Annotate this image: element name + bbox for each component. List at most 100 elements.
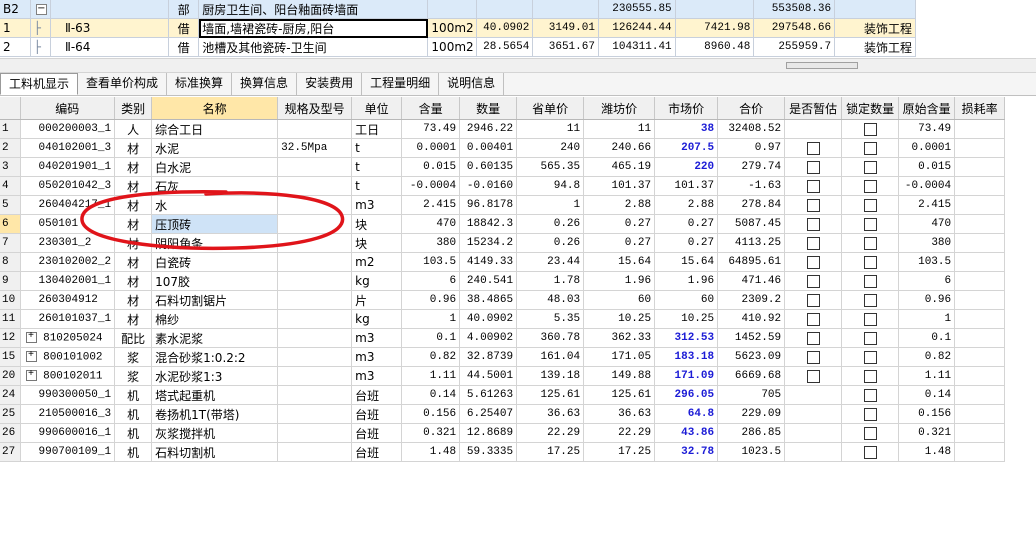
market-price-cell[interactable]: 171.09 [654, 366, 719, 386]
market-price-cell[interactable]: 32.78 [654, 442, 719, 462]
spec-cell[interactable] [277, 423, 353, 443]
pane-splitter[interactable] [0, 58, 1036, 73]
prov-cell[interactable]: 23.44 [516, 252, 585, 272]
prov-cell[interactable]: 22.29 [516, 423, 585, 443]
material-row[interactable]: 24 990300050_1 机塔式起重机 台班 0.14 5.61263 125.61 12… [0, 385, 1006, 405]
top-name[interactable]: 厨房卫生间、阳台釉面砖墙面 [198, 0, 429, 19]
market-price-cell[interactable]: 2.88 [654, 195, 719, 215]
material-row[interactable]: 12 + 810205024 配比 素水泥浆 m3 0.1 4.00902 360.78 362… [0, 328, 1006, 348]
name-cell[interactable]: 阴阳角条 [151, 233, 279, 253]
lock-quantity-checkbox[interactable] [863, 408, 877, 421]
content-cell[interactable]: 470 [401, 214, 461, 234]
name-cell[interactable]: 混合砂浆1:0.2:2 [151, 347, 279, 367]
name-cell[interactable]: 水 [151, 195, 279, 215]
lock-quantity-checkbox[interactable] [863, 142, 877, 155]
market-price-cell[interactable]: 60 [654, 290, 719, 310]
wf-cell[interactable]: 125.61 [583, 385, 656, 405]
top-grid-row[interactable]: 1 ├ Ⅱ-63 借墙面,墙裙瓷砖-厨房,阳台 100m2 40.0902 3149.01 1… [0, 18, 916, 38]
name-cell[interactable]: 石料切割机 [151, 442, 279, 462]
tab-3[interactable]: 换算信息 [232, 73, 298, 95]
prov-cell[interactable]: 161.04 [516, 347, 585, 367]
material-row[interactable]: 26 990600016_1 机灰浆搅拌机 台班 0.321 12.8689 22.29 22… [0, 423, 1006, 443]
market-price-cell[interactable]: 0.27 [654, 233, 719, 253]
tab-6[interactable]: 说明信息 [439, 73, 505, 95]
material-row[interactable]: 8 230102002_2 材白瓷砖 m2 103.5 4149.33 23.44 15.64… [0, 252, 1006, 272]
lock-quantity-checkbox[interactable] [863, 275, 877, 288]
name-cell[interactable]: 石料切割锯片 [151, 290, 279, 310]
expand-plus-icon[interactable]: + [25, 350, 37, 362]
material-row[interactable]: 10 260304912 材石料切割锯片片 0.96 38.4865 48.03 60 60 2… [0, 290, 1006, 310]
content-cell[interactable]: 0.015 [401, 157, 461, 177]
wf-cell[interactable]: 0.27 [583, 233, 656, 253]
content-cell[interactable]: 380 [401, 233, 461, 253]
market-price-cell[interactable]: 64.8 [654, 404, 719, 424]
loss-rate-cell[interactable] [954, 442, 1006, 462]
loss-rate-cell[interactable] [954, 366, 1006, 386]
content-cell[interactable]: 0.96 [401, 290, 461, 310]
qty-cell[interactable]: 6.25407 [459, 404, 518, 424]
lock-quantity-checkbox[interactable] [863, 332, 877, 345]
qty-cell[interactable]: 0.60135 [459, 157, 518, 177]
loss-rate-cell[interactable] [954, 404, 1006, 424]
column-header-10[interactable]: 合价 [717, 97, 786, 120]
prov-cell[interactable]: 0.26 [516, 214, 585, 234]
qty-cell[interactable]: 18842.3 [459, 214, 518, 234]
material-row[interactable]: 5 260404217_1 材水 m3 2.415 96.8178 1 2.88 2.88 278… [0, 195, 1006, 215]
wf-cell[interactable]: 10.25 [583, 309, 656, 329]
column-header-0[interactable]: 编码 [20, 97, 116, 120]
content-cell[interactable]: 0.14 [401, 385, 461, 405]
lock-quantity-checkbox[interactable] [863, 351, 877, 364]
column-header-7[interactable]: 省单价 [516, 97, 585, 120]
splitter-grip[interactable] [786, 62, 858, 69]
column-header-3[interactable]: 规格及型号 [277, 97, 353, 120]
estimate-checkbox[interactable] [806, 180, 820, 193]
prov-cell[interactable]: 17.25 [516, 442, 585, 462]
top-grid-row[interactable]: B2− 部厨房卫生间、阳台釉面砖墙面 230555.85 553508.36 [0, 0, 916, 19]
prov-cell[interactable]: 48.03 [516, 290, 585, 310]
material-row[interactable]: 25 210500016_3 机卷扬机1T(带塔) 台班 0.156 6.25407 36.… [0, 404, 1006, 424]
name-cell[interactable]: 水泥砂浆1:3 [151, 366, 279, 386]
column-header-2[interactable]: 名称 [151, 97, 279, 120]
tab-4[interactable]: 安装费用 [297, 73, 363, 95]
qty-cell[interactable]: 4149.33 [459, 252, 518, 272]
spec-cell[interactable] [277, 214, 353, 234]
tab-5[interactable]: 工程量明细 [362, 73, 440, 95]
lock-quantity-checkbox[interactable] [863, 161, 877, 174]
wf-cell[interactable]: 171.05 [583, 347, 656, 367]
lock-quantity-checkbox[interactable] [863, 256, 877, 269]
lock-quantity-checkbox[interactable] [863, 180, 877, 193]
estimate-checkbox[interactable] [806, 294, 820, 307]
content-cell[interactable]: 2.415 [401, 195, 461, 215]
top-name[interactable]: 墙面,墙裙瓷砖-厨房,阳台 [198, 18, 429, 38]
qty-cell[interactable]: 12.8689 [459, 423, 518, 443]
column-header-8[interactable]: 潍坊价 [583, 97, 656, 120]
estimate-checkbox[interactable] [806, 256, 820, 269]
material-row[interactable]: 27 990700109_1 机石料切割机 台班 1.48 59.3335 17.25 17.… [0, 442, 1006, 462]
spec-cell[interactable] [277, 157, 353, 177]
qty-cell[interactable]: 38.4865 [459, 290, 518, 310]
content-cell[interactable]: 6 [401, 271, 461, 291]
spec-cell[interactable] [277, 119, 353, 139]
spec-cell[interactable]: 32.5Mpa [277, 138, 353, 158]
wf-cell[interactable]: 36.63 [583, 404, 656, 424]
spec-cell[interactable] [277, 290, 353, 310]
wf-cell[interactable]: 60 [583, 290, 656, 310]
spec-cell[interactable] [277, 328, 353, 348]
prov-cell[interactable]: 1 [516, 195, 585, 215]
qty-cell[interactable]: 4.00902 [459, 328, 518, 348]
lock-quantity-checkbox[interactable] [863, 218, 877, 231]
qty-cell[interactable]: 15234.2 [459, 233, 518, 253]
market-price-cell[interactable]: 15.64 [654, 252, 719, 272]
wf-cell[interactable]: 240.66 [583, 138, 656, 158]
estimate-checkbox[interactable] [806, 218, 820, 231]
column-header-14[interactable]: 损耗率 [954, 97, 1006, 120]
material-row[interactable]: 20 + 800102011 浆水泥砂浆1:3 m3 1.11 44.5001 139.18… [0, 366, 1006, 386]
name-cell[interactable]: 综合工日 [151, 119, 279, 139]
material-row[interactable]: 7 230301_2 材阴阳角条块 380 15234.2 0.26 0.27 0.27 411… [0, 233, 1006, 253]
content-cell[interactable]: 1.11 [401, 366, 461, 386]
loss-rate-cell[interactable] [954, 385, 1006, 405]
market-price-cell[interactable]: 101.37 [654, 176, 719, 196]
content-cell[interactable]: -0.0004 [401, 176, 461, 196]
loss-rate-cell[interactable] [954, 252, 1006, 272]
content-cell[interactable]: 0.1 [401, 328, 461, 348]
